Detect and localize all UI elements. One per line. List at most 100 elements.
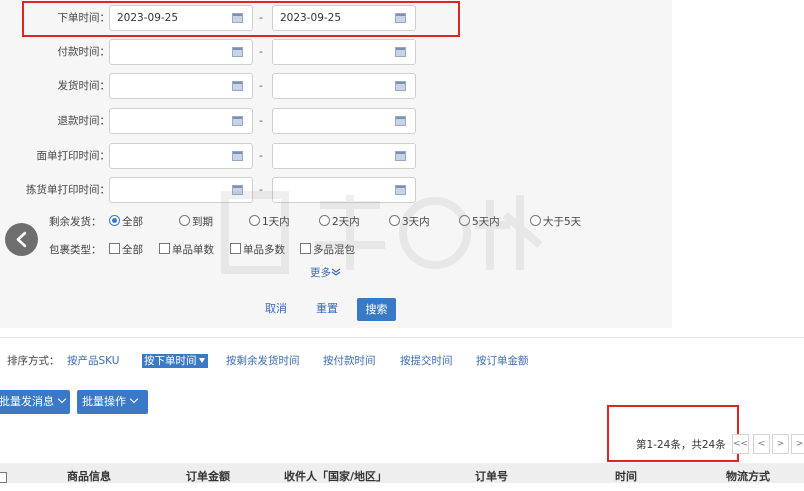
column-header-shipping-method: 物流方式 [726,470,770,483]
pay-time-from-input[interactable] [109,39,253,65]
radio-icon[interactable] [249,215,260,226]
range-separator: - [259,114,263,127]
calendar-icon[interactable] [232,81,243,91]
remaining-ship-option-3day[interactable]: 3天内 [389,214,430,230]
sort-by-sku[interactable]: 按产品SKU [67,351,119,371]
remaining-ship-option-over5day[interactable]: 大于5天 [530,214,581,230]
option-label: 到期 [192,216,213,228]
waybill-print-time-from-input[interactable] [109,143,253,169]
sort-by-order-amount[interactable]: 按订单金额 [476,351,529,371]
package-type-option-mixed[interactable]: 多品混包 [300,242,355,258]
double-chevron-down-icon [331,268,341,276]
remaining-ship-option-5day[interactable]: 5天内 [459,214,500,230]
radio-icon[interactable] [459,215,470,226]
option-label: 5天内 [472,216,500,228]
reset-button[interactable]: 重置 [316,298,338,320]
remaining-ship-option-2day[interactable]: 2天内 [319,214,360,230]
range-separator: - [259,183,263,196]
range-separator: - [259,149,263,162]
checkbox-icon[interactable] [300,243,311,254]
bulk-send-message-button[interactable]: 批量发消息 [0,390,70,414]
remaining-ship-label: 剩余发货： [49,216,102,228]
sort-by-order-time[interactable]: 按下单时间 [142,354,208,368]
waybill-print-time-to-input[interactable] [272,143,416,169]
chevron-left-icon [16,231,27,248]
radio-icon[interactable] [179,215,190,226]
remaining-ship-option-due[interactable]: 到期 [179,214,213,230]
radio-icon[interactable] [530,215,541,226]
pay-time-label: 付款时间： [57,46,111,58]
calendar-icon[interactable] [232,151,243,161]
pager-prev-button[interactable]: < [753,434,770,454]
option-label: 单品单数 [172,244,214,256]
column-header-product: 商品信息 [67,470,111,483]
back-button[interactable] [5,223,38,256]
option-label: 1天内 [262,216,290,228]
refund-time-to-input[interactable] [272,108,416,134]
column-header-order-amount: 订单金额 [186,470,230,483]
radio-icon[interactable] [319,215,330,226]
checkbox-icon[interactable] [159,243,170,254]
calendar-icon[interactable] [395,81,406,91]
picklist-print-time-from-input[interactable] [109,177,253,203]
sort-label: 排序方式： [7,355,60,367]
package-type-option-all[interactable]: 全部 [109,242,143,258]
option-label: 2天内 [332,216,360,228]
remaining-ship-option-all[interactable]: 全部 [109,214,143,230]
picklist-print-time-row: 拣货单打印时间： [0,177,110,203]
checkbox-icon[interactable] [109,243,120,254]
pager-first-button[interactable]: << [732,434,749,454]
waybill-print-time-row: 面单打印时间： [0,143,111,169]
radio-icon[interactable] [389,215,400,226]
radio-selected-icon[interactable] [109,215,120,226]
option-label: 多品混包 [313,244,355,256]
package-type-label: 包裹类型： [49,244,102,256]
refund-time-label: 退款时间： [57,115,111,127]
package-type-option-single-multi[interactable]: 单品多数 [230,242,285,258]
pager-next-button[interactable]: > [772,434,789,454]
sort-active-label: 按下单时间 [144,355,197,367]
pay-time-to-input[interactable] [272,39,416,65]
range-separator: - [259,79,263,92]
option-label: 3天内 [402,216,430,228]
more-label: 更多 [310,267,331,279]
calendar-icon[interactable] [395,47,406,57]
pager-last-button[interactable]: > [791,434,804,454]
option-label: 单品多数 [243,244,285,256]
remaining-ship-option-1day[interactable]: 1天内 [249,214,290,230]
chevron-down-icon [129,394,139,404]
ship-time-label: 发货时间： [57,80,111,92]
calendar-icon[interactable] [232,47,243,57]
divider [0,337,804,338]
cancel-button[interactable]: 取消 [265,298,287,320]
refund-time-from-input[interactable] [109,108,253,134]
picklist-print-time-to-input[interactable] [272,177,416,203]
more-filters-link[interactable]: 更多 [310,265,341,280]
highlight-box-pagination [607,405,739,462]
range-separator: - [259,45,263,58]
sort-by-remaining-ship-time[interactable]: 按剩余发货时间 [226,351,300,371]
checkbox-icon[interactable] [230,243,241,254]
calendar-icon[interactable] [395,185,406,195]
search-button[interactable]: 搜索 [357,298,396,321]
ship-time-row: 发货时间： [0,73,111,99]
sort-by-pay-time[interactable]: 按付款时间 [323,351,376,371]
refund-time-row: 退款时间： [0,108,111,134]
ship-time-to-input[interactable] [272,73,416,99]
column-header-recipient: 收件人「国家/地区」 [284,470,388,483]
package-type-option-single-one[interactable]: 单品单数 [159,242,214,258]
calendar-icon[interactable] [232,185,243,195]
ship-time-from-input[interactable] [109,73,253,99]
calendar-icon[interactable] [395,116,406,126]
caret-down-icon [198,358,205,363]
filter-panel: 下单时间： 2023-09-25 - 2023-09-25 付款时间： - 发货… [0,0,672,328]
calendar-icon[interactable] [395,151,406,161]
option-label: 大于5天 [543,216,582,228]
sort-bar: 排序方式： 按产品SKU 按下单时间 按剩余发货时间 按付款时间 按提交时间 按… [0,351,804,371]
select-all-checkbox[interactable] [0,472,7,483]
calendar-icon[interactable] [232,116,243,126]
orders-table-header: 商品信息 订单金额 收件人「国家/地区」 订单号 时间 物流方式 [0,463,804,483]
sort-by-submit-time[interactable]: 按提交时间 [400,351,453,371]
column-header-order-number: 订单号 [475,470,508,483]
bulk-operations-button[interactable]: 批量操作 [77,390,148,414]
